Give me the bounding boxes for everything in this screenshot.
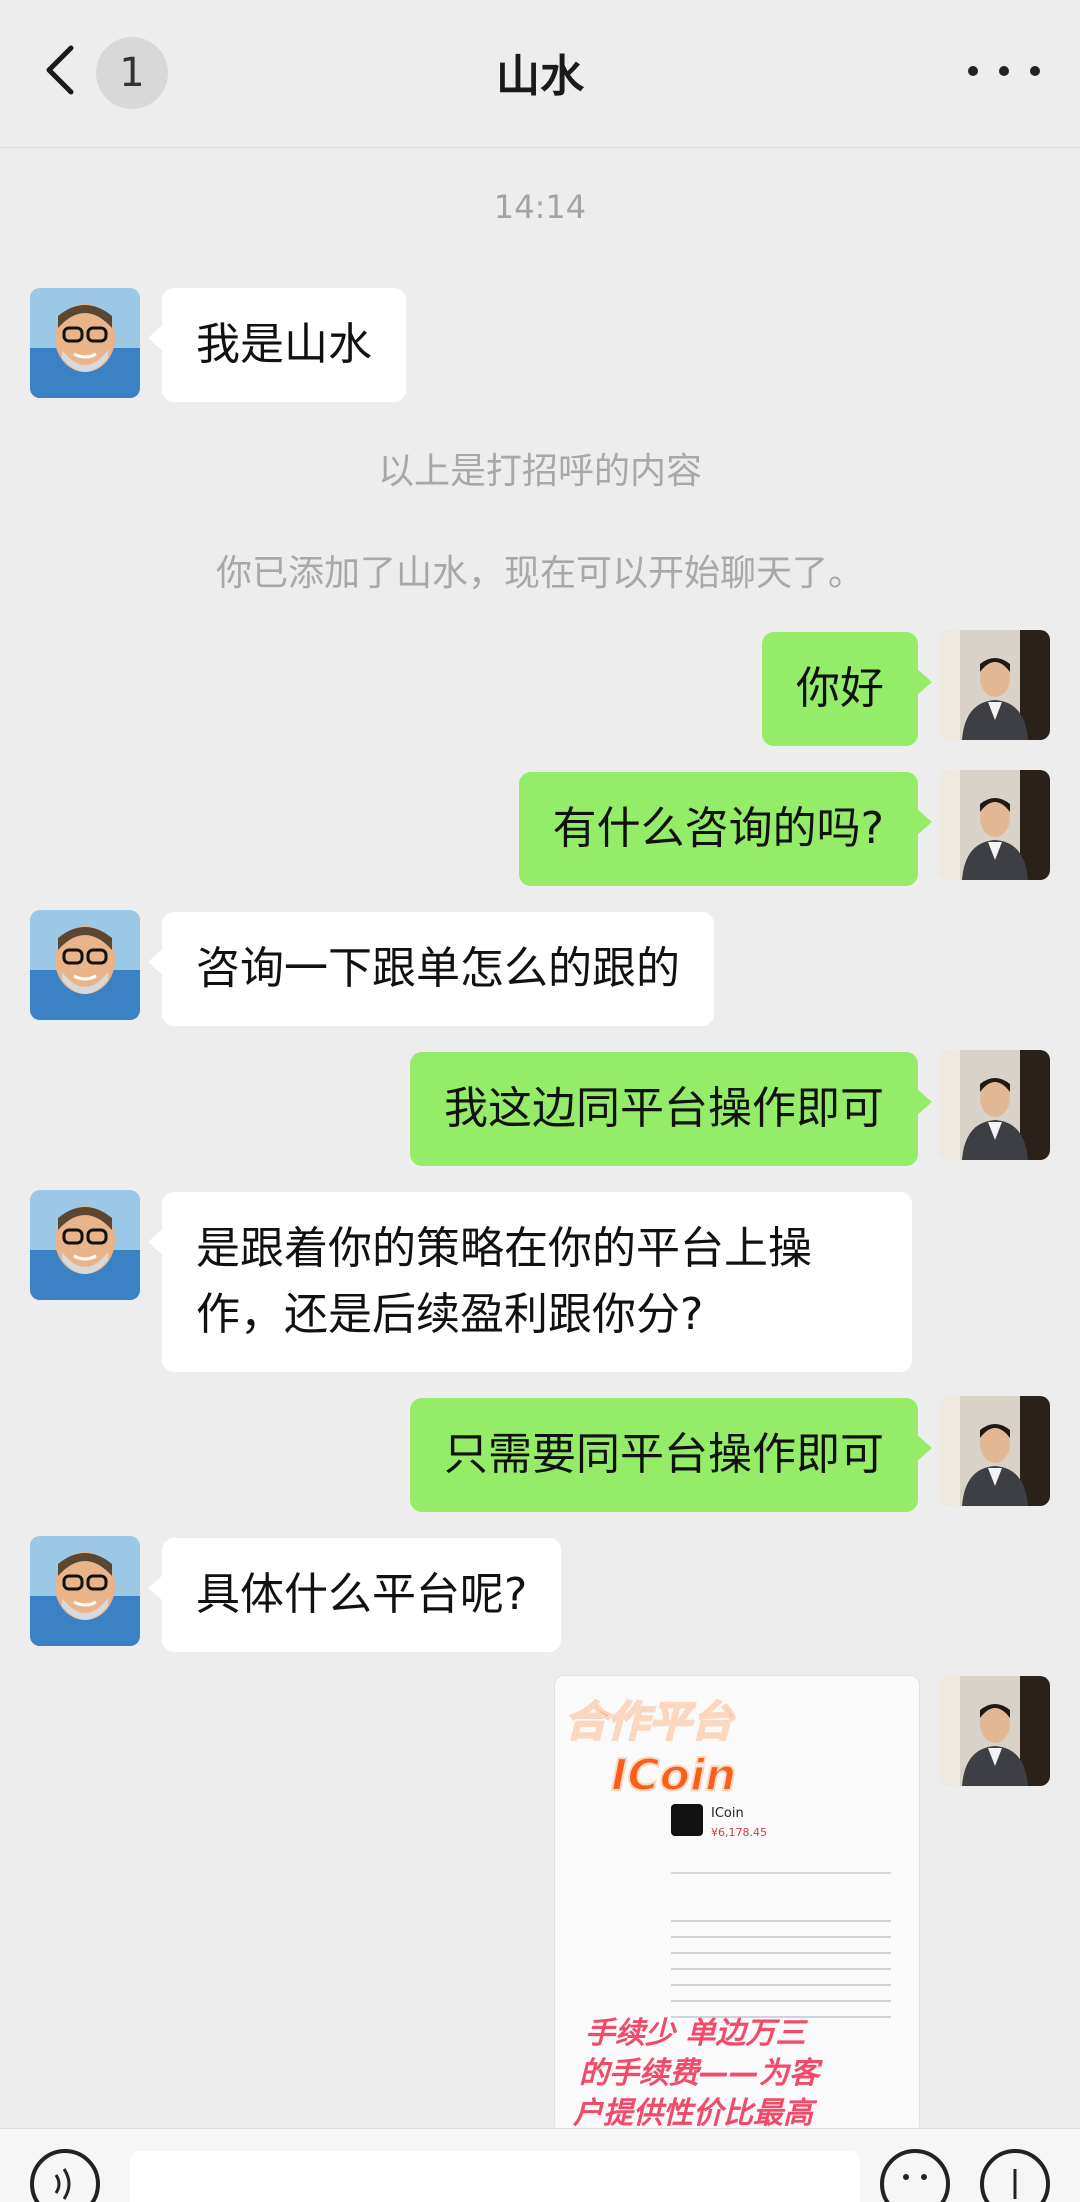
sent-message[interactable]: 我这边同平台操作即可 (410, 1052, 932, 1166)
my-avatar[interactable] (940, 1396, 1050, 1506)
divider (671, 1872, 891, 1874)
voice-icon (54, 2168, 71, 2200)
my-avatar[interactable] (940, 1050, 1050, 1160)
promo-footer-line: 的手续费——为客 (579, 2056, 819, 2091)
more-actions-button[interactable] (980, 2149, 1050, 2202)
app-logo-icon (671, 1804, 703, 1836)
plus-icon (1013, 2169, 1017, 2199)
message-timestamp: 14:14 (493, 188, 587, 226)
image-message[interactable]: 合作平台 ICoin ICoin ¥6,178.45 手续少 单边万三 的手续费… (554, 1675, 920, 2135)
contact-avatar[interactable] (30, 910, 140, 1020)
sent-message[interactable]: 你好 (762, 632, 932, 746)
chat-input-bar (0, 2128, 1080, 2202)
businessman-avatar-icon (940, 1396, 1050, 1506)
contact-avatar[interactable] (30, 1536, 140, 1646)
emoji-icon (903, 2174, 927, 2180)
back-button[interactable] (40, 40, 80, 100)
promo-headline: 合作平台 (564, 1696, 734, 1747)
system-message: 你已添加了山水，现在可以开始聊天了。 (215, 553, 864, 594)
emoji-button[interactable] (880, 2149, 950, 2202)
cartoon-man-avatar-icon (30, 288, 140, 398)
chevron-left-icon (46, 45, 74, 95)
contact-avatar[interactable] (30, 288, 140, 398)
unread-count-badge[interactable]: 1 (96, 37, 168, 109)
screenshot-detail-lines (671, 1906, 891, 2026)
voice-input-button[interactable] (30, 2149, 100, 2202)
my-avatar[interactable] (940, 770, 1050, 880)
promo-footer-line: 手续少 单边万三 (585, 2016, 806, 2051)
chat-header: 1 山水 (0, 0, 1080, 148)
promo-brand: ICoin (610, 1749, 737, 1802)
more-dot-icon (999, 66, 1009, 76)
message-input[interactable] (130, 2151, 860, 2202)
more-dot-icon (1030, 66, 1040, 76)
businessman-avatar-icon (940, 1676, 1050, 1786)
businessman-avatar-icon (940, 630, 1050, 740)
sent-message[interactable]: 只需要同平台操作即可 (410, 1398, 932, 1512)
cartoon-man-avatar-icon (30, 1190, 140, 1300)
received-message[interactable]: 咨询一下跟单怎么的跟的 (148, 912, 714, 1026)
my-avatar[interactable] (940, 1676, 1050, 1786)
contact-avatar[interactable] (30, 1190, 140, 1300)
received-message[interactable]: 我是山水 (148, 288, 406, 402)
app-name: ICoin (711, 1806, 744, 1821)
more-options-button[interactable] (968, 46, 1040, 96)
received-message[interactable]: 具体什么平台呢? (147, 1538, 562, 1652)
businessman-avatar-icon (940, 1050, 1050, 1160)
app-price: ¥6,178.45 (711, 1826, 767, 1839)
cartoon-man-avatar-icon (30, 1536, 140, 1646)
cartoon-man-avatar-icon (30, 910, 140, 1020)
my-avatar[interactable] (940, 630, 1050, 740)
sent-message[interactable]: 有什么咨询的吗? (518, 772, 933, 886)
received-message[interactable]: 是跟着你的策略在你的平台上操作，还是后续盈利跟你分? (148, 1192, 912, 1372)
more-dot-icon (968, 66, 978, 76)
businessman-avatar-icon (940, 770, 1050, 880)
system-message: 以上是打招呼的内容 (377, 451, 702, 492)
